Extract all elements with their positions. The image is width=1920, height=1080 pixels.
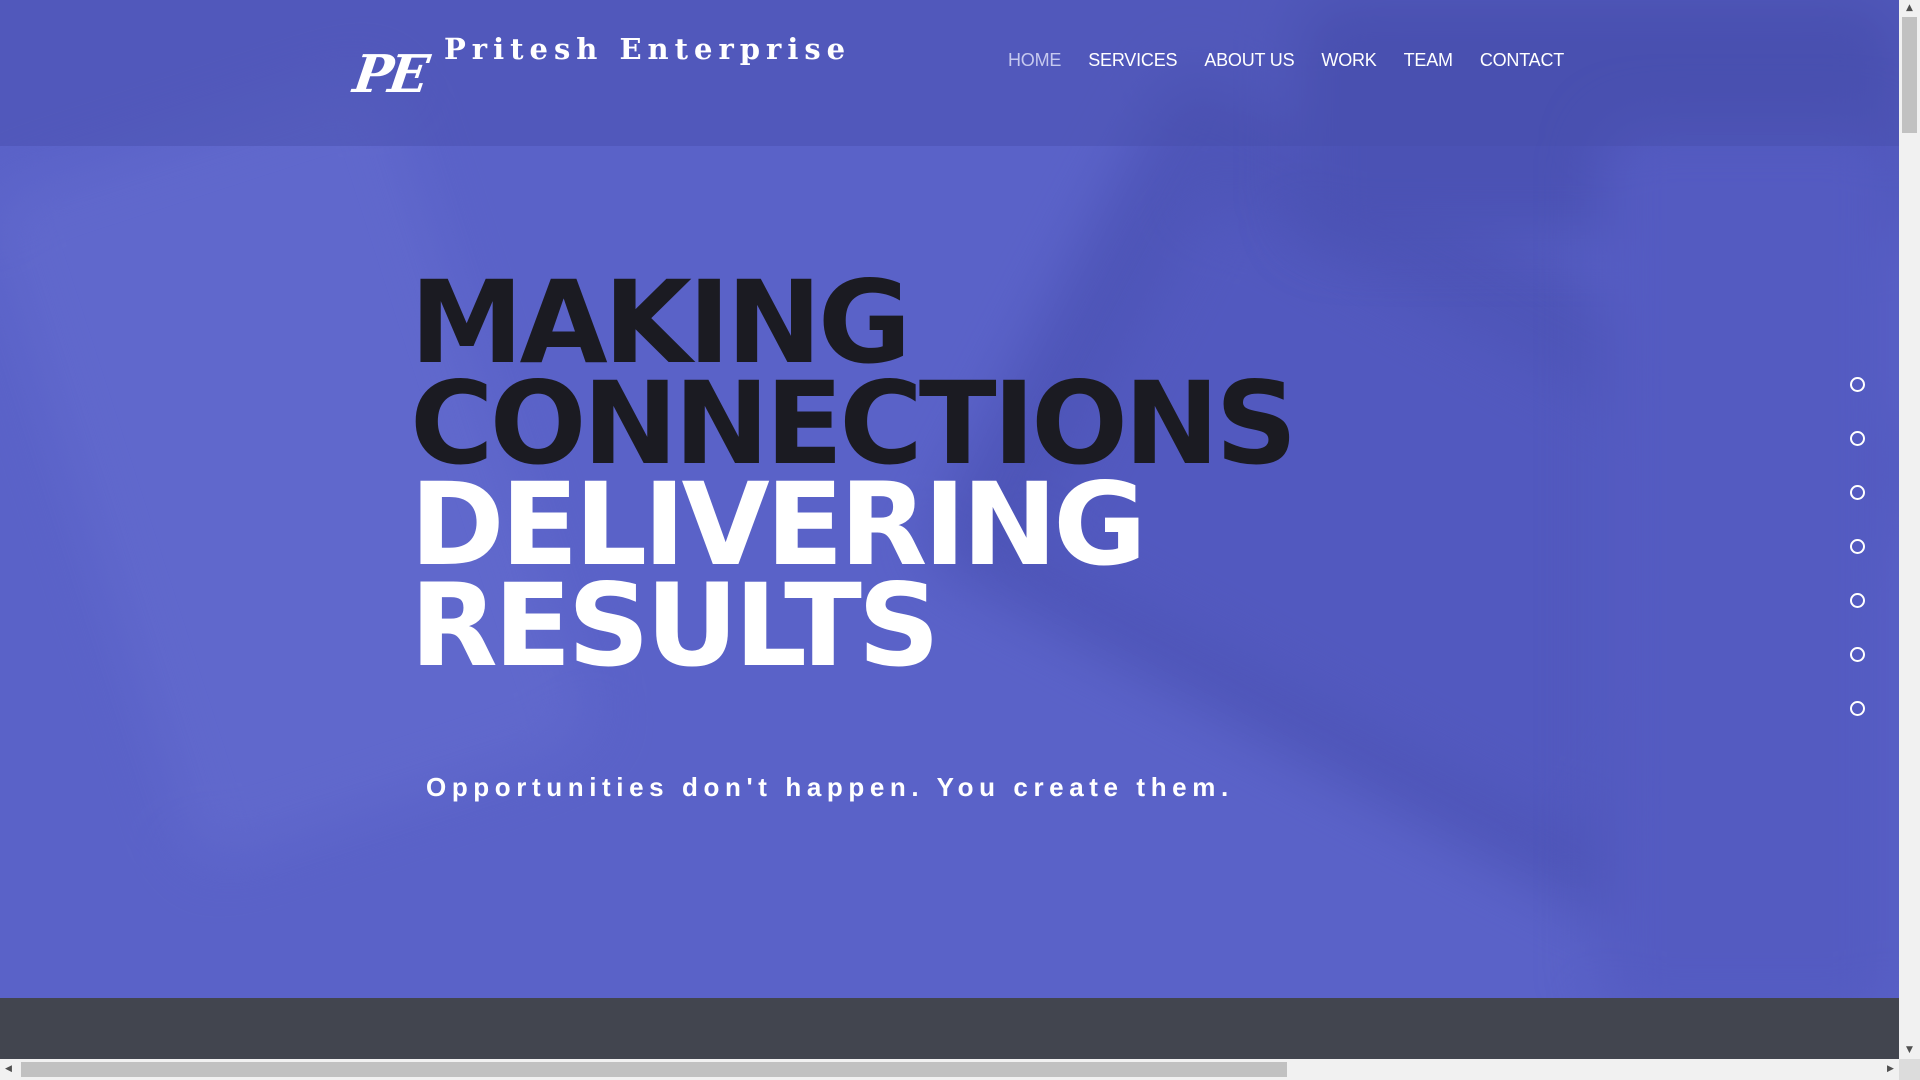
- nav-item-home[interactable]: HOME: [1008, 50, 1061, 71]
- section-dot-3[interactable]: [1850, 485, 1865, 500]
- hero-line-results: RESULTS: [410, 559, 940, 692]
- section-dot-7[interactable]: [1850, 701, 1865, 716]
- scroll-up-icon[interactable]: ▲: [1899, 0, 1920, 17]
- scroll-left-icon[interactable]: ◀: [0, 1059, 17, 1080]
- section-dot-2[interactable]: [1850, 431, 1865, 446]
- section-dot-nav: [1850, 377, 1865, 716]
- section-dot-5[interactable]: [1850, 593, 1865, 608]
- horizontal-scroll-thumb[interactable]: [21, 1062, 1287, 1077]
- section-dot-4[interactable]: [1850, 539, 1865, 554]
- brand-name[interactable]: Pritesh Enterprise: [444, 32, 851, 66]
- section-dot-1[interactable]: [1850, 377, 1865, 392]
- scrollbar-corner: [1899, 1059, 1920, 1080]
- nav-item-team[interactable]: TEAM: [1404, 50, 1453, 71]
- nav-item-about-us[interactable]: ABOUT US: [1204, 50, 1294, 71]
- nav-item-services[interactable]: SERVICES: [1088, 50, 1177, 71]
- vertical-scroll-thumb[interactable]: [1902, 17, 1917, 133]
- hero-tagline: Opportunities don't happen. You create t…: [426, 772, 1234, 802]
- page-viewport: PE Pritesh Enterprise HOME SERVICES ABOU…: [0, 0, 1899, 1059]
- site-header: PE Pritesh Enterprise HOME SERVICES ABOU…: [0, 0, 1899, 146]
- hero-headline: MAKING CONNECTIONS DELIVERING RESULTS: [410, 266, 1298, 692]
- nav-item-work[interactable]: WORK: [1321, 50, 1376, 71]
- next-section-band: [0, 998, 1899, 1059]
- nav-item-contact[interactable]: CONTACT: [1480, 50, 1564, 71]
- section-dot-6[interactable]: [1850, 647, 1865, 662]
- main-nav: HOME SERVICES ABOUT US WORK TEAM CONTACT: [1008, 50, 1564, 71]
- scroll-down-icon[interactable]: ▼: [1899, 1042, 1920, 1059]
- logo-mark[interactable]: PE: [350, 44, 429, 105]
- scroll-right-icon[interactable]: ▶: [1882, 1059, 1899, 1080]
- vertical-scrollbar[interactable]: ▲ ▼: [1899, 0, 1920, 1059]
- horizontal-scrollbar[interactable]: ◀ ▶: [0, 1059, 1899, 1080]
